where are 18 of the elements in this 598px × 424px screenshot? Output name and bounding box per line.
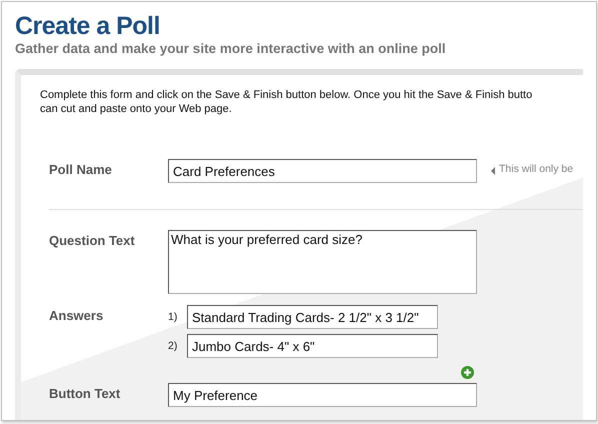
question-text-area[interactable]: What is your preferred card size?: [168, 230, 477, 294]
answer-number: 2): [168, 340, 178, 352]
page-subtitle: Gather data and make your site more interactive with an online poll: [15, 41, 447, 57]
answer-number: 1): [168, 311, 178, 323]
field-label: Answers: [48, 308, 104, 323]
instruction-text: can cut and paste onto your Web page.: [40, 102, 233, 116]
poll-name-field[interactable]: Card Preferences: [168, 159, 477, 183]
field-hint: This will only be: [499, 163, 574, 175]
field-label: Button Text: [48, 386, 122, 401]
page-title: Create a Poll: [15, 12, 161, 40]
pointer-icon: [491, 167, 495, 175]
button-text-field[interactable]: My Preference: [168, 383, 477, 407]
add-icon[interactable]: [461, 366, 474, 379]
field-label: Poll Name: [48, 162, 113, 177]
instruction-text: Complete this form and click on the Save & Finish button below. Once you hit the Save & Finish butto: [40, 88, 534, 102]
field-label: Question Text: [48, 233, 136, 248]
answer-field[interactable]: Jumbo Cards- 4" x 6": [187, 334, 438, 358]
answer-field[interactable]: Standard Trading Cards- 2 1/2" x 3 1/2": [187, 305, 438, 329]
